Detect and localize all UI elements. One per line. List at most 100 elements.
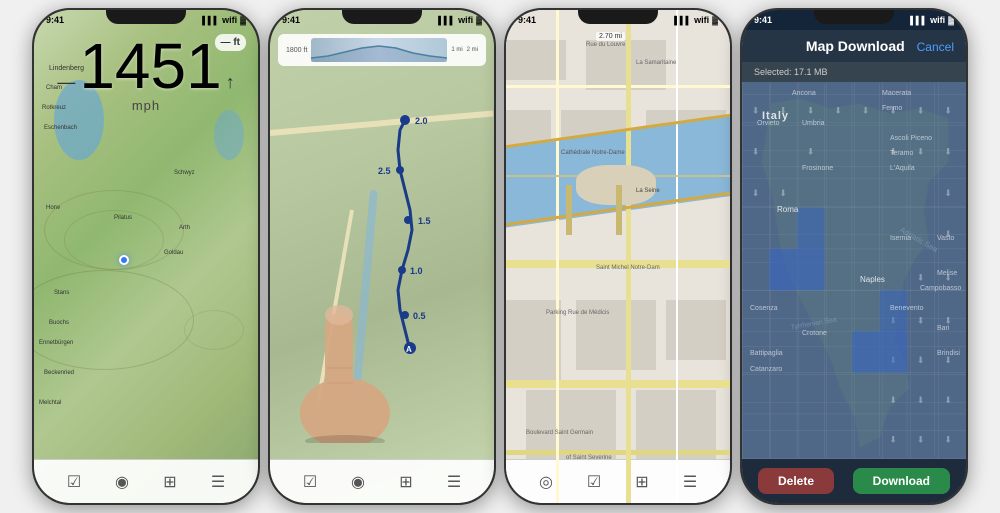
toolbar2-checkbox-icon[interactable]: ☑ [298,470,322,494]
toolbar-layers-icon[interactable]: ⊞ [158,470,182,494]
map-tiles-bg: Adriatic Sea Tyrrhenian Sea [742,82,966,459]
battery-icon-1: ▓ [240,16,246,25]
cancel-button[interactable]: Cancel [917,40,954,54]
finger-svg [290,293,400,443]
teramo-label: Teramo [890,150,913,157]
svg-text:⬇: ⬇ [889,434,896,444]
download-actions: Delete Download [742,459,966,503]
toolbar3-checkbox-icon[interactable]: ☑ [582,470,606,494]
street-h-1 [506,85,730,88]
time-2: 9:41 [282,15,300,25]
orvieto-label: Orvieto [757,120,780,127]
benevento-label: Benevento [890,305,923,312]
svg-text:⬇: ⬇ [917,272,924,282]
paris-map: Cathédrale Notre-Dame La Samaritaine Rue… [506,10,730,503]
toolbar-checkbox-icon[interactable]: ☑ [62,470,86,494]
svg-text:2.5: 2.5 [378,166,391,176]
speed-value: 1451 [79,34,221,98]
roma-label: Roma [777,205,798,214]
time-3: 9:41 [518,15,536,25]
map-label-schwyz: Schwyz [174,170,195,176]
phone-1: 9:41 ▌▌▌ wifi ▓ — [32,8,260,505]
elevation-chart [311,38,447,62]
toolbar3-list-icon[interactable]: ☰ [678,470,702,494]
brindisi-label: Brindisi [937,350,960,357]
elev-label-1: 1800 ft [286,47,307,54]
wifi-icon-4: wifi [930,15,945,25]
map-label-ennetburgen: Ennetbürgen [39,340,73,346]
selected-text: Selected: 17.1 MB [754,67,828,77]
speed-row: — 1451 ↑ [57,34,234,98]
speed-dash: — [57,72,75,93]
svg-text:1.0: 1.0 [410,266,423,276]
toolbar2-layers-icon[interactable]: ⊞ [394,470,418,494]
download-button[interactable]: Download [853,468,950,494]
toolbar-list-icon[interactable]: ☰ [206,470,230,494]
map-label-goldau: Goldau [164,250,183,256]
laquila-label: L'Aquila [890,165,915,172]
map-label-beckenried: Beckenried [44,370,74,376]
street-v-3 [676,10,678,503]
toolbar-2: ☑ ◉ ⊞ ☰ [270,459,494,503]
toolbar-3: ◎ ☑ ⊞ ☰ [506,459,730,503]
bridge-1 [566,185,572,235]
map-label-pilatus: Pilatus [114,215,132,221]
toolbar3-layers-icon[interactable]: ⊞ [630,470,654,494]
toolbar-circle-icon[interactable]: ◉ [110,470,134,494]
toolbar2-circle-icon[interactable]: ◉ [346,470,370,494]
frosinone-label: Frosinone [802,165,833,172]
map-download-title: Map Download [794,38,917,54]
grid-svg: ⬇ ⬇ ⬇ ⬇ ⬇ ⬇ ⬇ ⬇ ⬇ ⬇ ⬇ ⬇ ⬇ ⬇ ⬇ ⬇ ⬇ ⬇ ⬇ ⬇ [742,82,966,459]
ancona-label: Ancona [792,90,816,97]
bridge-2 [616,185,622,235]
map2-terrain: 2.0 2.5 1.5 1.0 0.5 A [270,10,494,503]
svg-text:⬇: ⬇ [917,395,924,405]
screen-1: 9:41 ▌▌▌ wifi ▓ — [34,10,258,503]
time-4: 9:41 [754,15,772,25]
battery-icon-4: ▓ [948,16,954,25]
macerata-label: Macerata [882,90,911,97]
block-8 [666,300,726,360]
bari-label: Bari [937,325,949,332]
status-icons-1: ▌▌▌ wifi ▓ [202,15,246,25]
toolbar-1: ☑ ◉ ⊞ ☰ [34,459,258,503]
street-major-2 [506,380,730,388]
svg-text:⬇: ⬇ [807,147,814,157]
phone-3: 9:41 ▌▌▌ wifi ▓ [504,8,732,505]
signal-icon-2: ▌▌▌ [438,16,455,25]
status-icons-3: ▌▌▌ wifi ▓ [674,15,718,25]
naples-label: Naples [860,275,885,284]
crotone-label: Crotone [802,330,827,337]
svg-text:A: A [406,345,412,354]
svg-text:⬇: ⬇ [779,188,786,198]
toolbar2-list-icon[interactable]: ☰ [442,470,466,494]
delete-button[interactable]: Delete [758,468,834,494]
screen-2: 9:41 ▌▌▌ wifi ▓ 1800 ft 1 mi 2 mi [270,10,494,503]
svg-text:⬇: ⬇ [917,316,924,326]
svg-text:⬇: ⬇ [917,434,924,444]
wifi-icon-2: wifi [458,15,473,25]
speed-unit: mph [132,98,160,113]
svg-text:⬇: ⬇ [944,395,951,405]
notch-4 [814,10,894,24]
svg-text:⬇: ⬇ [944,434,951,444]
svg-text:⬇: ⬇ [807,105,814,115]
catanzaro-label: Catanzaro [750,366,782,373]
street-v-2 [626,10,631,503]
melise-label: Melise [937,270,957,277]
map-label-arth: Arth [179,225,190,231]
label-boulevard: Boulevard Saint Germain [526,430,593,436]
umbria-label: Umbria [802,120,825,127]
altitude-value: — ft [221,37,240,48]
toolbar3-location-icon[interactable]: ◎ [534,470,558,494]
svg-text:1.5: 1.5 [418,216,431,226]
label-seine: La Seine [636,188,660,194]
map-label-buochs: Buochs [49,320,69,326]
battery-icon-2: ▓ [476,16,482,25]
ascoli-label: Ascoli Piceno [890,135,932,142]
distance-labels: 1 mi 2 mi [451,47,478,53]
status-icons-2: ▌▌▌ wifi ▓ [438,15,482,25]
map-label-stans: Stans [54,290,69,296]
signal-icon-1: ▌▌▌ [202,16,219,25]
speed-arrow: ↑ [226,72,235,93]
